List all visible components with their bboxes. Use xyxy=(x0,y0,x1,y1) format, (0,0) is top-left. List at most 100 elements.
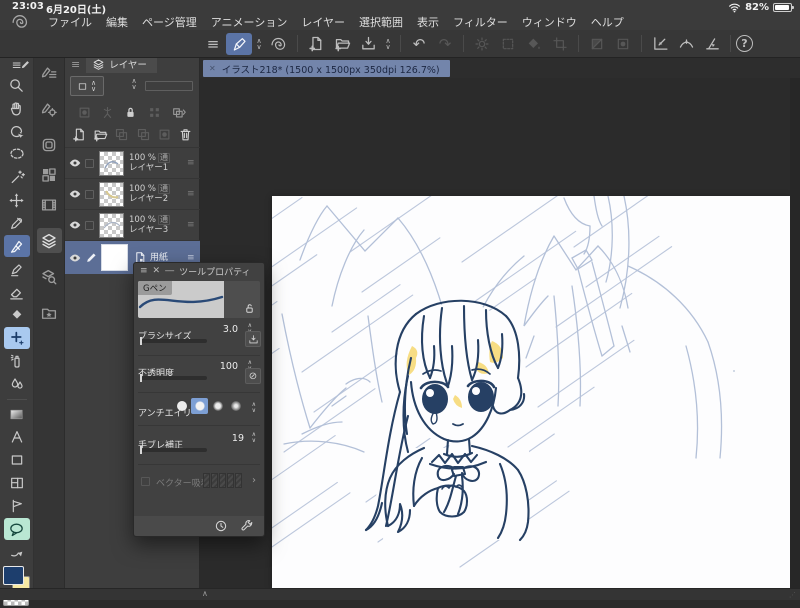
tool-blend[interactable] xyxy=(4,304,30,326)
menu-layer[interactable]: レイヤー xyxy=(294,14,352,30)
tool-marker[interactable] xyxy=(4,258,30,280)
menu-help[interactable]: ヘルプ xyxy=(584,14,631,30)
layer-grip-icon[interactable]: ≡ xyxy=(187,253,200,263)
brush-size-slider[interactable] xyxy=(141,339,207,343)
select-pair-icon[interactable] xyxy=(170,105,188,120)
layer-thumbnail[interactable] xyxy=(99,213,124,238)
menu-file[interactable]: ファイル xyxy=(41,14,99,30)
snap-to-ruler-button[interactable] xyxy=(647,33,673,55)
tool-ruler[interactable] xyxy=(4,495,30,517)
stabilization-value[interactable]: 19 xyxy=(232,433,244,444)
transfer-layer-button[interactable] xyxy=(114,127,129,142)
toggle-color-set[interactable] xyxy=(37,162,62,187)
new-folder-button[interactable] xyxy=(93,127,108,142)
tab-close-icon[interactable]: ✕ xyxy=(209,64,216,73)
blend-mode-button[interactable]: ∧∨ xyxy=(70,76,104,96)
open-file-button[interactable] xyxy=(329,33,355,55)
tool-operation[interactable] xyxy=(4,327,30,349)
opacity-slider[interactable] xyxy=(145,81,193,91)
tool-eyedropper[interactable] xyxy=(4,212,30,234)
clip-to-layer-icon[interactable] xyxy=(77,105,92,120)
undo-button[interactable]: ↶ xyxy=(406,33,432,55)
menu-page-manage[interactable]: ページ管理 xyxy=(135,14,204,30)
layer-row[interactable]: 100 %通 レイヤー1 ≡ xyxy=(65,147,200,178)
toggle-timeline[interactable] xyxy=(37,192,62,217)
tool-rotate[interactable] xyxy=(4,120,30,142)
canvas-viewport[interactable] xyxy=(200,78,800,588)
layer-grip-icon[interactable]: ≡ xyxy=(187,220,200,230)
toggle-layer-search[interactable] xyxy=(37,264,62,289)
anti-aliasing-stepper[interactable]: ∧∨ xyxy=(252,402,256,413)
toggle-layer-palette[interactable] xyxy=(37,228,62,253)
resize-grip-icon[interactable]: ⋰ xyxy=(789,591,797,599)
tool-decoration[interactable] xyxy=(4,373,30,395)
layer-grip-icon[interactable]: ≡ xyxy=(187,158,200,168)
lock-transparent-icon[interactable] xyxy=(147,105,162,120)
layer-row[interactable]: 100 %通 レイヤー3 ≡ xyxy=(65,209,200,240)
paper-layer-thumbnail[interactable] xyxy=(101,244,128,271)
palette-menu-icon[interactable]: ≡ xyxy=(140,266,148,276)
tool-selection[interactable] xyxy=(4,143,30,165)
layer-mask-button[interactable] xyxy=(157,127,172,142)
snap-to-special-ruler-button[interactable] xyxy=(673,33,699,55)
drawing-canvas[interactable] xyxy=(272,196,790,588)
layer-visibility-eye-icon[interactable] xyxy=(65,251,85,265)
redo-button[interactable]: ↷ xyxy=(432,33,458,55)
reset-history-clock-icon[interactable] xyxy=(214,519,228,533)
reference-layer-icon[interactable] xyxy=(100,105,115,120)
select-area-button[interactable] xyxy=(495,33,521,55)
tool-move[interactable] xyxy=(4,189,30,211)
aa-option-weak-selected[interactable] xyxy=(191,398,208,414)
stabilization-stepper[interactable]: ∧∨ xyxy=(252,432,256,443)
stabilization-slider[interactable] xyxy=(141,448,207,452)
save-button[interactable] xyxy=(355,33,381,55)
layer-row[interactable]: 100 %通 レイヤー2 ≡ xyxy=(65,178,200,209)
save-options-stepper[interactable]: ∧∨ xyxy=(381,38,395,50)
vertical-scrollbar[interactable] xyxy=(790,78,800,588)
toggle-sub-tool[interactable] xyxy=(37,60,62,85)
layers-menu-icon[interactable]: ≡ xyxy=(71,58,80,71)
tool-gradient[interactable] xyxy=(4,403,30,425)
layer-grip-icon[interactable]: ≡ xyxy=(187,189,200,199)
tool-eraser[interactable] xyxy=(4,281,30,303)
vector-snap-expand-icon[interactable]: › xyxy=(252,475,256,486)
deselect-button[interactable] xyxy=(469,33,495,55)
menu-window[interactable]: ウィンドウ xyxy=(515,14,584,30)
menu-animation[interactable]: アニメーション xyxy=(204,14,295,30)
toolbar-menu-icon[interactable]: ≡ xyxy=(200,33,226,55)
opacity-none-button[interactable]: ⊘ xyxy=(245,368,261,384)
layer-thumbnail[interactable] xyxy=(99,182,124,207)
foreground-color-swatch[interactable] xyxy=(3,566,24,585)
tool-figure[interactable] xyxy=(4,449,30,471)
tool-airbrush[interactable] xyxy=(4,350,30,372)
lock-layer-icon[interactable] xyxy=(123,105,138,120)
aa-option-medium[interactable] xyxy=(209,398,226,414)
toggle-brush-size[interactable] xyxy=(37,132,62,157)
tool-hand[interactable] xyxy=(4,97,30,119)
clip-studio-home-button[interactable] xyxy=(266,33,292,55)
layer-checkbox[interactable] xyxy=(85,159,94,168)
help-button[interactable]: ? xyxy=(736,35,753,52)
brush-size-value[interactable]: 3.0 xyxy=(223,324,238,335)
menu-edit[interactable]: 編集 xyxy=(99,14,135,30)
tool-zoom[interactable] xyxy=(4,74,30,96)
brush-size-source-button[interactable] xyxy=(245,331,261,347)
aa-option-strong[interactable] xyxy=(227,398,244,414)
tool-correct-line[interactable] xyxy=(4,541,30,563)
mask-square-button[interactable] xyxy=(610,33,636,55)
layer-thumbnail[interactable] xyxy=(99,151,124,176)
advanced-settings-wrench-icon[interactable] xyxy=(240,519,254,533)
toolbar-expand-stepper[interactable]: ∧∨ xyxy=(252,38,266,50)
expand-panel-chevron[interactable]: ∧ xyxy=(202,589,208,598)
aa-option-none[interactable] xyxy=(173,398,190,414)
tool-pen[interactable] xyxy=(4,235,30,257)
snap-to-grid-button[interactable] xyxy=(699,33,725,55)
toggle-material[interactable] xyxy=(37,300,62,325)
unlock-icon[interactable] xyxy=(243,302,256,315)
tool-text[interactable] xyxy=(4,426,30,448)
fill-button[interactable] xyxy=(521,33,547,55)
mask-diagonal-button[interactable] xyxy=(584,33,610,55)
tool-balloon[interactable] xyxy=(4,518,30,540)
edit-tool-button[interactable] xyxy=(226,33,252,55)
layer-visibility-eye-icon[interactable] xyxy=(65,187,85,201)
